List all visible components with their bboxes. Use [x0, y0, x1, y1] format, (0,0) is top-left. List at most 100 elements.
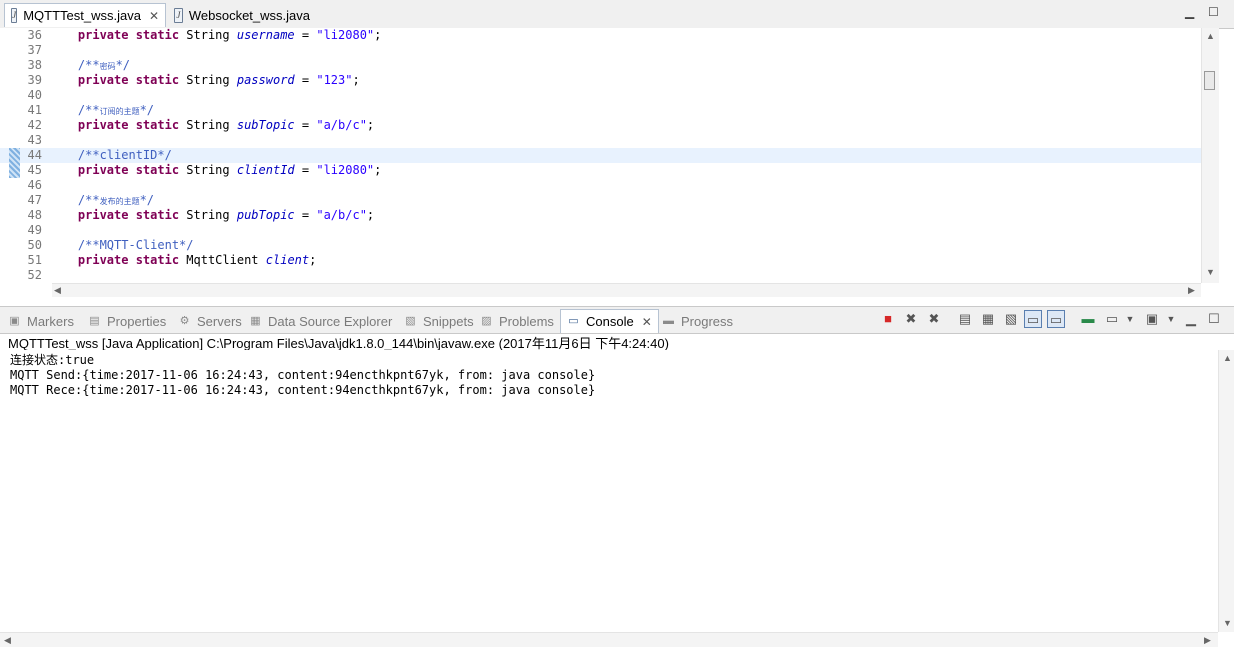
tab-websocket-wss[interactable]: J Websocket_wss.java: [168, 3, 316, 27]
show-on-output-icon[interactable]: ▭: [1024, 310, 1042, 328]
console-line: MQTT Rece:{time:2017-11-06 16:24:43, con…: [10, 383, 596, 397]
scroll-up-icon[interactable]: ▲: [1223, 353, 1232, 363]
tab-data-source-explorer[interactable]: ▦ Data Source Explorer: [249, 311, 392, 331]
code-line[interactable]: 42 private static String subTopic = "a/b…: [0, 118, 1201, 133]
console-output[interactable]: 连接状态:true MQTT Send:{time:2017-11-06 16:…: [0, 350, 1218, 632]
close-icon[interactable]: ✕: [642, 315, 652, 329]
code-token: =: [294, 163, 317, 177]
line-number: 37: [27, 43, 42, 57]
console-vertical-scrollbar[interactable]: ▲ ▼: [1218, 350, 1234, 632]
code-token: "li2080": [316, 163, 375, 177]
minimize-icon[interactable]: ▁: [1185, 5, 1194, 19]
editor-vertical-scrollbar[interactable]: ▲ ▼: [1201, 28, 1219, 283]
code-line[interactable]: 51 private static MqttClient client;: [0, 253, 1201, 268]
code-token: private static: [77, 73, 187, 87]
console-horizontal-scrollbar[interactable]: ◀ ▶: [0, 632, 1218, 647]
markers-icon: ▣: [9, 314, 20, 327]
tab-properties[interactable]: ▤ Properties: [88, 311, 166, 331]
code-token: "123": [316, 73, 353, 87]
scroll-right-icon[interactable]: ▶: [1204, 635, 1211, 646]
code-line[interactable]: 49: [0, 223, 1201, 238]
code-line[interactable]: 39 private static String password = "123…: [0, 73, 1201, 88]
remove-all-icon[interactable]: ✖: [925, 310, 943, 328]
code-line[interactable]: 36 private static String username = "li2…: [0, 28, 1201, 43]
code-token: ;: [352, 73, 360, 87]
scroll-thumb[interactable]: [1204, 71, 1215, 90]
code-token: String: [186, 28, 237, 42]
line-number: 42: [27, 118, 42, 132]
minimize-icon[interactable]: ▁: [1182, 310, 1200, 328]
code-line[interactable]: 43: [0, 133, 1201, 148]
scroll-left-icon[interactable]: ◀: [54, 285, 61, 296]
display-console-icon[interactable]: ▭: [1103, 310, 1121, 328]
code-token: "a/b/c": [316, 118, 367, 132]
tab-label: Websocket_wss.java: [188, 7, 310, 23]
code-token: ;: [374, 163, 382, 177]
code-text: /**MQTT-Client*/: [49, 238, 194, 253]
code-line[interactable]: 52: [0, 268, 1201, 283]
terminate-icon[interactable]: ■: [879, 310, 897, 328]
scroll-lock-icon[interactable]: ▦: [979, 310, 997, 328]
code-token: private static: [77, 118, 187, 132]
code-token: */: [115, 58, 131, 72]
tab-console[interactable]: ▭ Console ✕: [560, 309, 659, 333]
chevron-down-icon[interactable]: ▼: [1121, 310, 1139, 328]
tab-mqtttest-wss[interactable]: J MQTTTest_wss.java ✕: [4, 3, 166, 27]
servers-icon: ⚙: [179, 314, 190, 327]
tab-progress[interactable]: ▬ Progress: [662, 311, 733, 331]
clear-console-icon[interactable]: ▤: [956, 310, 974, 328]
line-number: 43: [27, 133, 42, 147]
tab-snippets[interactable]: ▧ Snippets: [404, 311, 474, 331]
word-wrap-icon[interactable]: ▧: [1002, 310, 1020, 328]
code-token: ;: [366, 208, 375, 222]
tab-servers[interactable]: ⚙ Servers: [178, 311, 242, 331]
chevron-down-icon[interactable]: ▼: [1162, 310, 1180, 328]
code-token: 订阅的主题: [99, 107, 140, 116]
line-number: 47: [27, 193, 42, 207]
editor-horizontal-scrollbar[interactable]: ◀ ▶: [52, 283, 1201, 297]
line-number: 49: [27, 223, 42, 237]
code-text: private static String password = "123";: [49, 73, 360, 88]
line-number: 36: [27, 28, 42, 42]
code-token: private static: [77, 163, 187, 177]
code-token: String: [186, 73, 237, 87]
java-file-icon: J: [11, 8, 18, 23]
code-line[interactable]: 37: [0, 43, 1201, 58]
code-line[interactable]: 40: [0, 88, 1201, 103]
code-token: ;: [309, 253, 317, 267]
pin-console-icon[interactable]: ▬: [1079, 310, 1097, 328]
code-line[interactable]: 41 /**订阅的主题*/: [0, 103, 1201, 118]
tab-label: Snippets: [423, 313, 474, 329]
maximize-icon[interactable]: ☐: [1208, 5, 1219, 19]
code-token: "a/b/c": [316, 208, 367, 222]
scroll-down-icon[interactable]: ▼: [1223, 618, 1232, 628]
open-console-icon[interactable]: ▣: [1143, 310, 1161, 328]
scroll-down-icon[interactable]: ▼: [1206, 267, 1215, 277]
change-marker: [9, 148, 20, 178]
code-token: pubTopic: [236, 208, 295, 222]
remove-launch-icon[interactable]: ✖: [902, 310, 920, 328]
code-line[interactable]: 44 /**clientID*/: [0, 148, 1201, 163]
scroll-left-icon[interactable]: ◀: [4, 635, 11, 646]
code-editor[interactable]: 36 private static String username = "li2…: [0, 28, 1218, 283]
code-line[interactable]: 50 /**MQTT-Client*/: [0, 238, 1201, 253]
code-line[interactable]: 46: [0, 178, 1201, 193]
code-text: private static String pubTopic = "a/b/c"…: [49, 208, 374, 223]
tab-markers[interactable]: ▣ Markers: [8, 311, 74, 331]
code-token: */: [139, 193, 155, 207]
show-on-error-icon[interactable]: ▭: [1047, 310, 1065, 328]
code-line[interactable]: 48 private static String pubTopic = "a/b…: [0, 208, 1201, 223]
scroll-right-icon[interactable]: ▶: [1188, 285, 1195, 296]
scroll-up-icon[interactable]: ▲: [1206, 31, 1215, 41]
line-number: 52: [27, 268, 42, 282]
tab-label: Servers: [197, 313, 242, 329]
code-line[interactable]: 47 /**发布的主题*/: [0, 193, 1201, 208]
maximize-icon[interactable]: ☐: [1205, 310, 1223, 328]
code-line[interactable]: 45 private static String clientId = "li2…: [0, 163, 1201, 178]
close-icon[interactable]: ✕: [149, 9, 159, 23]
tab-problems[interactable]: ▨ Problems: [480, 311, 554, 331]
code-line[interactable]: 38 /**密码*/: [0, 58, 1201, 73]
